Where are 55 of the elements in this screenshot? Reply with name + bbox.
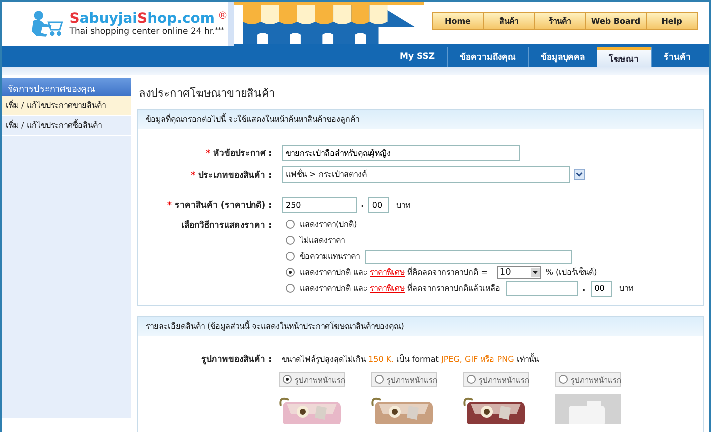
decimal-point: .: [582, 284, 586, 293]
radio-button[interactable]: [286, 284, 295, 293]
option-label: แสดงราคา(ปกติ): [300, 219, 358, 231]
decimal-point: .: [361, 200, 364, 210]
percent-label: % (เปอร์เซ็นต์): [546, 266, 598, 279]
top-nav-button[interactable]: Home: [432, 12, 484, 30]
site-logo-text: SabuyjaiShop.com: [70, 11, 215, 27]
unit-label: บาท: [396, 200, 410, 212]
decimal-input[interactable]: 00: [590, 280, 612, 296]
option-label: แสดงราคาปกติ และ ราคาพิเศษ ที่ลดจากราคาปกติแล้วเหลือ: [300, 282, 501, 295]
tagline: Thai shopping center online 24 hr.: [70, 27, 216, 37]
price-input[interactable]: 250: [282, 197, 357, 213]
registered-mark: ®: [218, 11, 228, 22]
option-label: ไม่แสดงราคา: [300, 235, 345, 247]
required-mark: *: [167, 201, 172, 211]
radio-button[interactable]: [286, 252, 295, 261]
unit-label: บาท: [620, 283, 634, 295]
title-input[interactable]: ขายกระเป๋าถือสำหรับคุณผู้หญิง: [282, 145, 520, 161]
radio-button[interactable]: [286, 268, 295, 277]
radio-button[interactable]: [467, 375, 476, 384]
panel-header: รายละเอียดสินค้า (ข้อมูลส่วนนี้ จะแสดงในหน้าประกาศโฆษณาสินค้าของคุณ): [138, 317, 703, 336]
text-input[interactable]: [365, 250, 572, 264]
camera-placeholder-icon: [555, 394, 621, 424]
radio-button[interactable]: [286, 220, 295, 229]
percent-select[interactable]: 10: [496, 266, 541, 279]
special-price-link[interactable]: ราคาพิเศษ: [370, 284, 406, 293]
field-label: ประเภทของสินค้า :: [198, 170, 272, 180]
sidebar-heading: จัดการประกาศของคุณ: [2, 78, 131, 96]
decimal-input[interactable]: 00: [368, 197, 390, 213]
field-label: เลือกวิธีการแสดงราคา :: [182, 221, 272, 231]
upload-note: ขนาดไฟล์รูปสูงสุดไม่เกิน 150 K. เป็น format JPEG, GIF หรือ PNG เท่านั้น: [282, 352, 539, 366]
required-mark: *: [206, 149, 211, 159]
field-label: หัวข้อประกาศ :: [214, 149, 272, 159]
required-mark: *: [191, 170, 196, 180]
page-title: ลงประกาศโฆษณาขายสินค้า: [139, 86, 276, 102]
top-nav-button[interactable]: ร้านค้า: [534, 12, 586, 30]
section-tab[interactable]: โฆษณา: [597, 47, 651, 67]
top-nav-button[interactable]: สินค้า: [483, 12, 535, 30]
field-label: ราคาสินค้า (ราคาปกติ) :: [174, 201, 272, 211]
field-label: รูปภาพของสินค้า :: [202, 355, 272, 365]
option-label: ข้อความแทนราคา: [300, 251, 360, 263]
section-tab[interactable]: My SSZ: [388, 47, 447, 67]
panel-header: ข้อมูลที่คุณกรอกต่อไปนี้ จะใช้แสดงในหน้าค้นหาสินค้าของลูกค้า: [138, 110, 703, 129]
radio-button[interactable]: [559, 375, 568, 384]
amount-input[interactable]: [506, 281, 578, 296]
sidebar-link[interactable]: เพิ่ม / แก้ไขประกาศขายสินค้า: [2, 96, 131, 116]
radio-button[interactable]: [375, 375, 384, 384]
category-select[interactable]: แฟชั่น > กระเป๋าสตางค์: [282, 166, 570, 183]
special-price-link[interactable]: ราคาพิเศษ: [370, 268, 406, 277]
sidebar-link[interactable]: เพิ่ม / แก้ไขประกาศซื้อสินค้า: [2, 116, 131, 136]
option-label: แสดงราคาปกติ และ ราคาพิเศษ ที่คิดลดจากราคาปกติ =: [300, 266, 488, 279]
radio-button[interactable]: [283, 375, 292, 384]
top-nav-button[interactable]: Help: [646, 12, 698, 30]
top-nav-button[interactable]: Web Board: [585, 12, 647, 30]
radio-button[interactable]: [286, 236, 295, 245]
